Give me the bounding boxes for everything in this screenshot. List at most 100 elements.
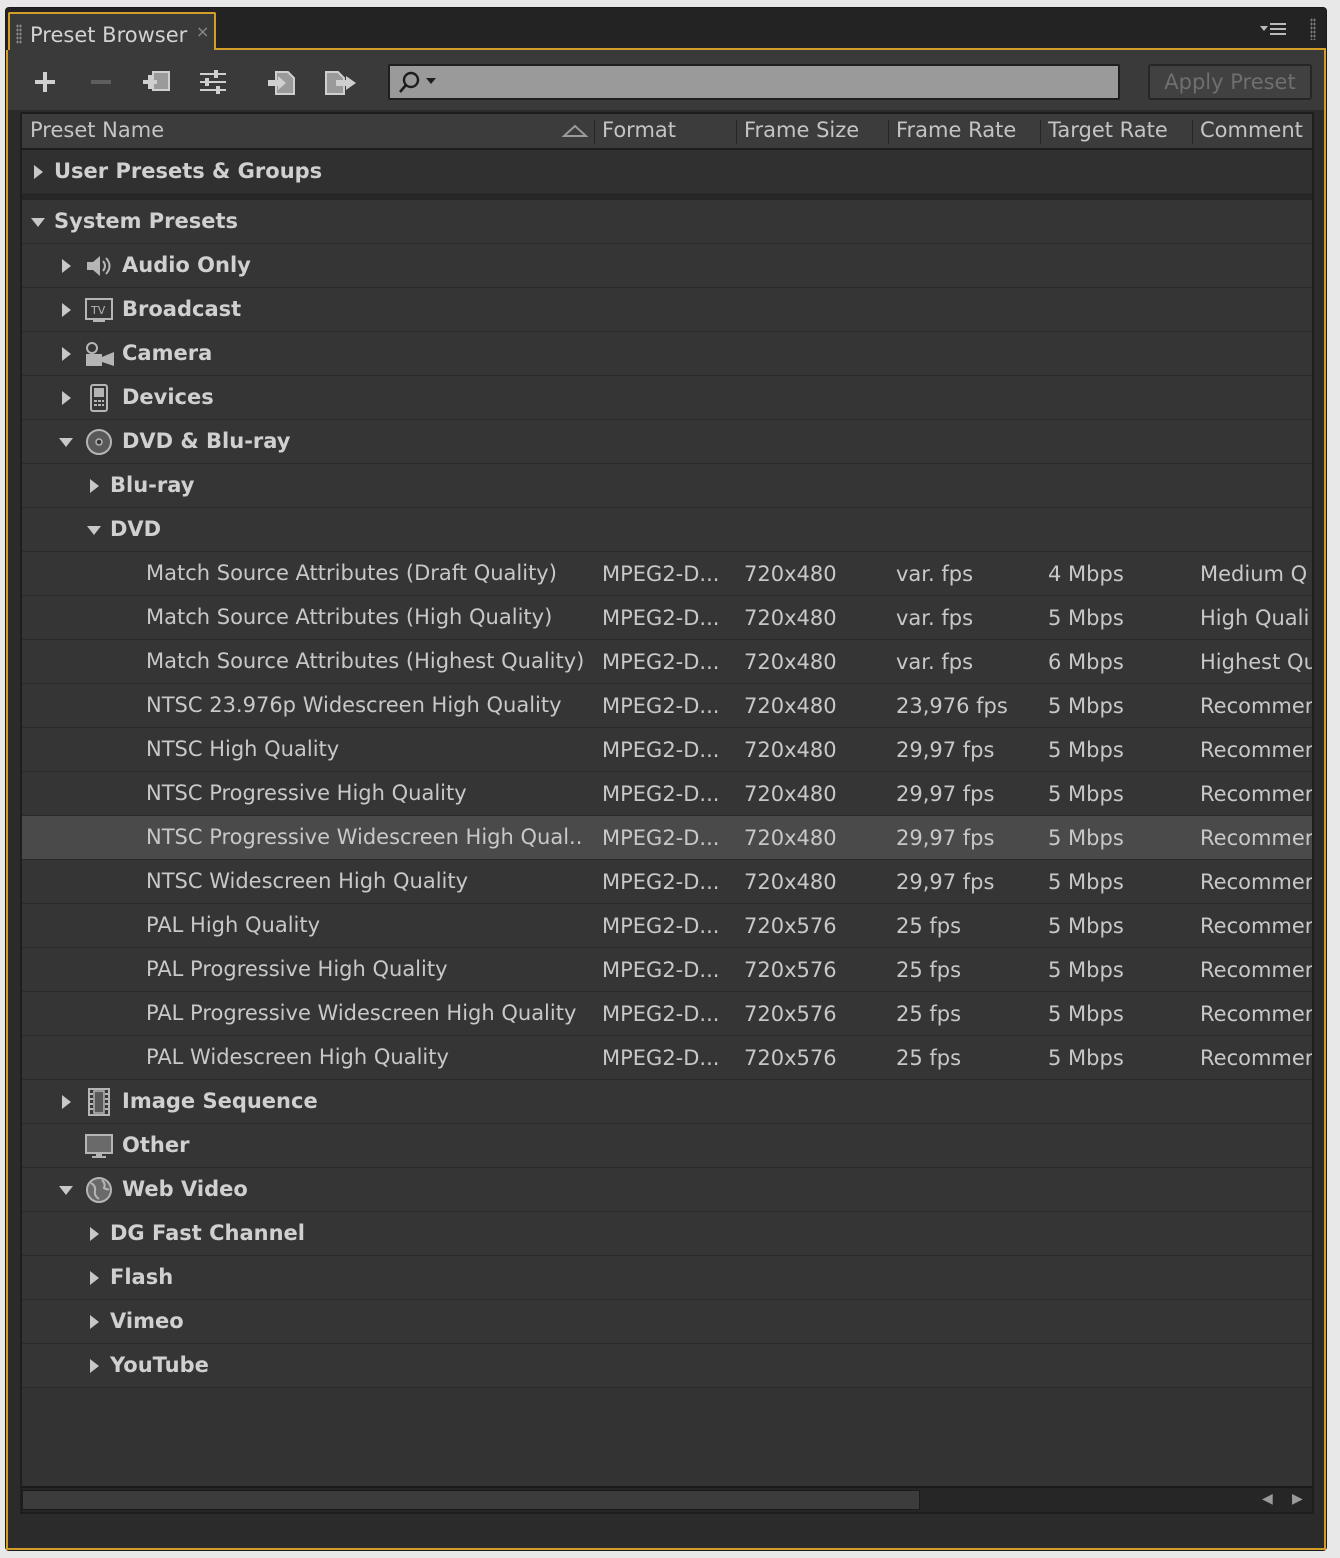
tree-row-broadcast[interactable]: TV Broadcast [22, 288, 1312, 332]
collapse-arrow-icon[interactable] [58, 1184, 74, 1196]
tree-label: DVD & Blu-ray [122, 429, 291, 453]
preset-comment: Highest Qu [1200, 650, 1312, 674]
search-input[interactable] [388, 64, 1120, 100]
column-divider[interactable] [594, 120, 595, 144]
tree-row-audio-only[interactable]: Audio Only [22, 244, 1312, 288]
expand-arrow-icon[interactable] [88, 478, 100, 494]
preset-row-selected[interactable]: NTSC Progressive Widescreen High Qual.. … [22, 816, 1312, 860]
tree-row-system-presets[interactable]: System Presets [22, 200, 1312, 244]
preset-settings-button[interactable] [196, 66, 230, 98]
tree-row-bluray[interactable]: Blu-ray [22, 464, 1312, 508]
preset-row[interactable]: NTSC Progressive High Quality MPEG2-D...… [22, 772, 1312, 816]
col-preset-name[interactable]: Preset Name [30, 118, 164, 142]
tree-row-vimeo[interactable]: Vimeo [22, 1300, 1312, 1344]
new-group-icon [143, 71, 170, 91]
scroll-right-icon[interactable]: ▶ [1292, 1491, 1303, 1507]
preset-name: NTSC Progressive High Quality [146, 781, 467, 805]
col-comment[interactable]: Comment [1200, 118, 1303, 142]
panel-menu-icon[interactable] [1258, 20, 1288, 40]
preset-format: MPEG2-D... [602, 1002, 720, 1026]
preset-row[interactable]: PAL Progressive High Quality MPEG2-D... … [22, 948, 1312, 992]
preset-comment: Recommer [1200, 1046, 1312, 1070]
tree-row-dvd[interactable]: DVD [22, 508, 1312, 552]
tree-row-devices[interactable]: Devices [22, 376, 1312, 420]
preset-frame-rate: 23,976 fps [896, 694, 1008, 718]
preset-row[interactable]: Match Source Attributes (High Quality) M… [22, 596, 1312, 640]
panel-grip-icon[interactable] [1310, 18, 1316, 40]
preset-target-rate: 6 Mbps [1048, 650, 1124, 674]
tree-row-youtube[interactable]: YouTube [22, 1344, 1312, 1388]
preset-row[interactable]: NTSC High Quality MPEG2-D... 720x480 29,… [22, 728, 1312, 772]
expand-arrow-icon[interactable] [88, 1270, 100, 1286]
preset-row[interactable]: PAL High Quality MPEG2-D... 720x576 25 f… [22, 904, 1312, 948]
export-preset-button[interactable] [324, 66, 358, 98]
preset-name: Match Source Attributes (Draft Quality) [146, 561, 557, 585]
preset-frame-size: 720x480 [744, 782, 837, 806]
tree-row-web-video[interactable]: Web Video [22, 1168, 1312, 1212]
tree-row-flash[interactable]: Flash [22, 1256, 1312, 1300]
tree-label: Web Video [122, 1177, 248, 1201]
expand-arrow-icon[interactable] [60, 258, 72, 274]
tab-close-icon[interactable]: × [196, 22, 209, 41]
preset-format: MPEG2-D... [602, 562, 720, 586]
tree-row-image-sequence[interactable]: Image Sequence [22, 1080, 1312, 1124]
scrollbar-thumb[interactable] [22, 1490, 920, 1510]
expand-arrow-icon[interactable] [60, 390, 72, 406]
camera-icon [86, 342, 114, 366]
preset-format: MPEG2-D... [602, 694, 720, 718]
column-divider[interactable] [1192, 120, 1193, 144]
column-divider[interactable] [736, 120, 737, 144]
col-frame-size[interactable]: Frame Size [744, 118, 859, 142]
preset-frame-rate: 25 fps [896, 1002, 962, 1026]
preset-tree[interactable]: Preset Name Format Frame Size Frame Rate… [20, 112, 1314, 1514]
expand-arrow-icon[interactable] [32, 164, 44, 180]
preset-row[interactable]: NTSC 23.976p Widescreen High Quality MPE… [22, 684, 1312, 728]
preset-name: Match Source Attributes (High Quality) [146, 605, 553, 629]
preset-target-rate: 5 Mbps [1048, 870, 1124, 894]
horizontal-scrollbar[interactable]: ◀ ▶ [22, 1486, 1312, 1512]
column-header: Preset Name Format Frame Size Frame Rate… [22, 114, 1312, 150]
tree-row-other[interactable]: Other [22, 1124, 1312, 1168]
col-target-rate[interactable]: Target Rate [1048, 118, 1168, 142]
col-frame-rate[interactable]: Frame Rate [896, 118, 1016, 142]
preset-row[interactable]: PAL Widescreen High Quality MPEG2-D... 7… [22, 1036, 1312, 1080]
col-format[interactable]: Format [602, 118, 676, 142]
tab-preset-browser[interactable]: Preset Browser × [8, 12, 216, 52]
column-divider[interactable] [1040, 120, 1041, 144]
collapse-arrow-icon[interactable] [58, 436, 74, 448]
expand-arrow-icon[interactable] [60, 1094, 72, 1110]
remove-preset-button[interactable] [84, 66, 118, 98]
expand-arrow-icon[interactable] [88, 1358, 100, 1374]
expand-arrow-icon[interactable] [88, 1226, 100, 1242]
preset-name: NTSC High Quality [146, 737, 340, 761]
tree-row-camera[interactable]: Camera [22, 332, 1312, 376]
apply-preset-button[interactable]: Apply Preset [1148, 64, 1312, 100]
expand-arrow-icon[interactable] [88, 1314, 100, 1330]
preset-row[interactable]: NTSC Widescreen High Quality MPEG2-D... … [22, 860, 1312, 904]
preset-format: MPEG2-D... [602, 650, 720, 674]
tree-row-dvd-bluray[interactable]: DVD & Blu-ray [22, 420, 1312, 464]
collapse-arrow-icon[interactable] [30, 216, 46, 228]
new-group-button[interactable] [140, 66, 174, 98]
search-icon[interactable] [396, 70, 444, 96]
tree-row-user-presets[interactable]: User Presets & Groups [22, 150, 1312, 194]
preset-row[interactable]: PAL Progressive Widescreen High Quality … [22, 992, 1312, 1036]
expand-arrow-icon[interactable] [60, 346, 72, 362]
sort-ascending-icon[interactable] [562, 124, 588, 138]
preset-format: MPEG2-D... [602, 826, 720, 850]
preset-row[interactable]: Match Source Attributes (Highest Quality… [22, 640, 1312, 684]
tab-grip-icon[interactable] [16, 24, 22, 44]
scroll-left-icon[interactable]: ◀ [1262, 1491, 1273, 1507]
tree-row-dg-fast-channel[interactable]: DG Fast Channel [22, 1212, 1312, 1256]
preset-comment: Recommer [1200, 870, 1312, 894]
column-divider[interactable] [888, 120, 889, 144]
tree-label: YouTube [110, 1353, 209, 1377]
add-preset-button[interactable] [28, 66, 62, 98]
preset-frame-rate: var. fps [896, 562, 974, 586]
collapse-arrow-icon[interactable] [86, 524, 102, 536]
import-preset-button[interactable] [266, 66, 300, 98]
expand-arrow-icon[interactable] [60, 302, 72, 318]
preset-frame-rate: 25 fps [896, 914, 962, 938]
preset-row[interactable]: Match Source Attributes (Draft Quality) … [22, 552, 1312, 596]
preset-comment: Recommer [1200, 782, 1312, 806]
